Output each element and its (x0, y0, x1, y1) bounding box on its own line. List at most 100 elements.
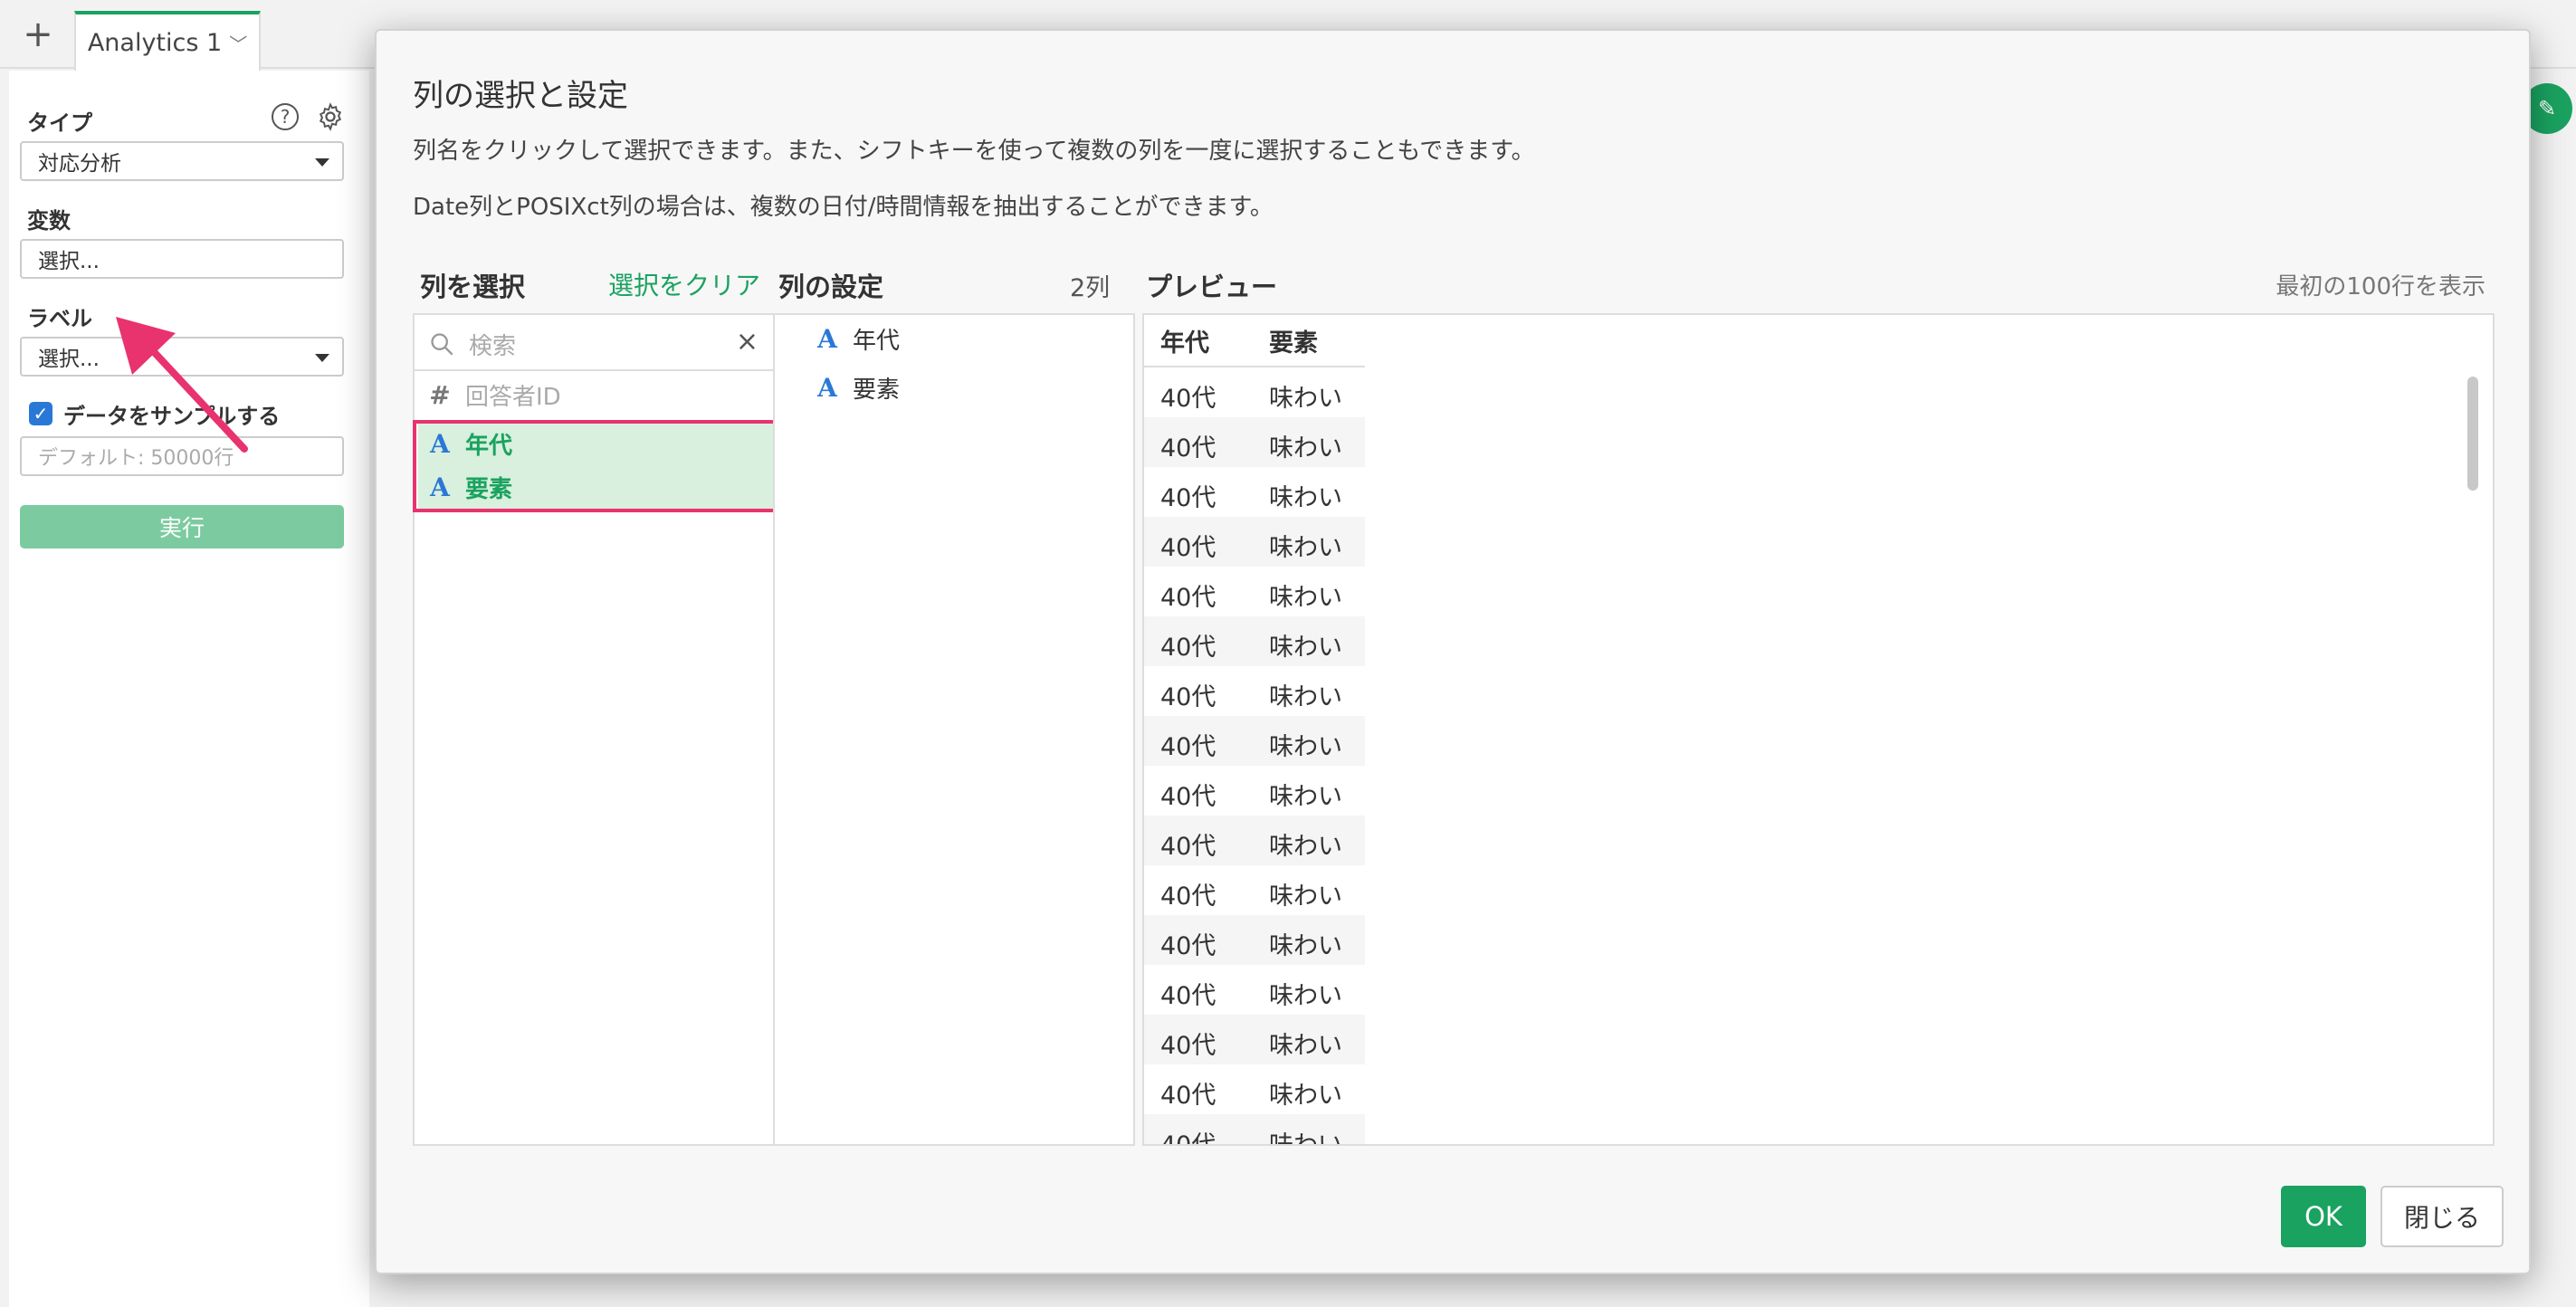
gear-icon[interactable] (315, 101, 346, 132)
preview-cell: 味わい (1269, 1032, 1342, 1060)
variable-label: 変数 (27, 208, 71, 234)
type-label: タイプ (27, 110, 92, 136)
preview-cell: 味わい (1269, 783, 1342, 811)
preview-cell: 40代 (1160, 982, 1216, 1010)
preview-cell: 味わい (1269, 1082, 1342, 1110)
dialog-description-2: Date列とPOSIXct列の場合は、複数の日付/時間情報を抽出することができま… (413, 194, 1274, 221)
column-count: 2列 (1070, 274, 1111, 302)
preview-cell: 味わい (1269, 484, 1342, 512)
type-select-value: 対応分析 (38, 152, 121, 176)
preview-cell: 味わい (1269, 534, 1342, 562)
tab-analytics-1[interactable]: Analytics 1 ﹀ (74, 11, 261, 71)
preview-cell: 味わい (1269, 584, 1342, 612)
preview-header: プレビュー (1146, 272, 1278, 302)
preview-row: 40代 味わい (1144, 965, 1365, 1015)
close-icon[interactable]: × (736, 326, 758, 358)
caret-down-icon (315, 158, 329, 167)
preview-row: 40代 味わい (1144, 567, 1365, 616)
annotation-arrow-icon (116, 317, 248, 453)
variable-select-value: 選択... (38, 250, 100, 273)
column-search[interactable]: 検索 × (415, 315, 773, 371)
preview-panel: 年代 要素 40代 味わい 40代 味わい 40代 味わい 40代 味わい 40代 味わい 40代味… (1142, 313, 2495, 1146)
caret-down-icon (315, 354, 329, 362)
preview-row: 40代 味わい (1144, 865, 1365, 915)
preview-row: 40代 味わい (1144, 816, 1365, 865)
dialog-description-1: 列名をクリックして選択できます。また、シフトキーを使って複数の列を一度に選択する… (413, 138, 1535, 165)
preview-row: 40代 味わい (1144, 616, 1365, 666)
label-label: ラベル (27, 306, 92, 331)
preview-cell: 40代 (1160, 484, 1216, 512)
preview-row: 40代 味わい (1144, 666, 1365, 716)
preview-cell: 40代 (1160, 634, 1216, 662)
preview-cell: 味わい (1269, 434, 1342, 463)
preview-row: 40代 味わい (1144, 417, 1365, 467)
preview-row: 40代 味わい (1144, 766, 1365, 816)
clear-selection-link[interactable]: 選択をクリア (608, 266, 760, 302)
tab-label: Analytics 1 (87, 28, 223, 57)
text-type-icon: A (817, 372, 837, 403)
preview-cell: 40代 (1160, 1131, 1216, 1146)
column-select-dialog: 列の選択と設定 列名をクリックして選択できます。また、シフトキーを使って複数の列… (375, 29, 2531, 1274)
settings-column-item[interactable]: A 年代 (775, 317, 1133, 360)
preview-row: 40代 味わい (1144, 915, 1365, 965)
preview-cell: 40代 (1160, 385, 1216, 413)
annotation-highlight-box (413, 420, 777, 512)
label-select-value: 選択... (38, 348, 100, 371)
sample-checkbox[interactable]: ✓ (29, 402, 52, 425)
preview-cell: 味わい (1269, 932, 1342, 960)
column-name: 年代 (853, 327, 901, 355)
preview-cell: 40代 (1160, 833, 1216, 861)
column-item[interactable]: # 回答者ID (415, 373, 773, 416)
ok-button[interactable]: OK (2281, 1186, 2366, 1247)
preview-cell: 味わい (1269, 634, 1342, 662)
preview-cell: 味わい (1269, 385, 1342, 413)
preview-cell: 40代 (1160, 932, 1216, 960)
preview-row: 40代 味わい (1144, 1114, 1365, 1146)
type-select[interactable]: 対応分析 (20, 141, 344, 181)
preview-cell: 40代 (1160, 783, 1216, 811)
column-settings-header: 列の設定 (778, 272, 884, 302)
preview-cell: 40代 (1160, 584, 1216, 612)
preview-note: 最初の100行を表示 (2275, 273, 2485, 301)
preview-cell: 40代 (1160, 534, 1216, 562)
preview-cell: 味わい (1269, 982, 1342, 1010)
column-list-panel: 検索 × # 回答者ID A 年代 A 要素 (413, 313, 777, 1146)
preview-row: 40代 味わい (1144, 716, 1365, 766)
preview-cell: 味わい (1269, 833, 1342, 861)
analytics-sidebar: タイプ ? 対応分析 変数 選択... ラベル 選択... ✓ データをサンプル… (9, 71, 369, 1307)
settings-column-item[interactable]: A 要素 (775, 366, 1133, 409)
help-icon[interactable]: ? (272, 103, 299, 130)
preview-row: 40代 味わい (1144, 467, 1365, 517)
preview-cell: 40代 (1160, 882, 1216, 911)
variable-select[interactable]: 選択... (20, 239, 344, 279)
preview-row: 40代 味わい (1144, 1015, 1365, 1064)
preview-cell: 40代 (1160, 683, 1216, 711)
text-type-icon: A (817, 323, 837, 354)
add-tab-button[interactable]: + (9, 0, 67, 69)
column-name: 要素 (853, 376, 901, 404)
preview-row: 40代 味わい (1144, 1064, 1365, 1114)
select-columns-header: 列を選択 (420, 272, 526, 302)
preview-cell: 40代 (1160, 1032, 1216, 1060)
preview-cell: 味わい (1269, 1131, 1342, 1146)
preview-column-header: 要素 (1269, 329, 1318, 358)
preview-column-header: 年代 (1160, 329, 1209, 358)
preview-cell: 40代 (1160, 733, 1216, 761)
scrollbar[interactable] (2467, 377, 2478, 491)
column-name: 回答者ID (465, 383, 561, 411)
preview-row: 40代 味わい (1144, 367, 1365, 417)
search-input[interactable]: 検索 (469, 328, 516, 361)
preview-cell: 味わい (1269, 882, 1342, 911)
preview-row: 40代 味わい (1144, 517, 1365, 567)
preview-cell: 味わい (1269, 683, 1342, 711)
column-settings-panel: A 年代 A 要素 (773, 313, 1135, 1146)
preview-cell: 40代 (1160, 434, 1216, 463)
search-icon (431, 333, 453, 356)
numeric-type-icon: # (429, 379, 451, 410)
preview-cell: 味わい (1269, 733, 1342, 761)
dialog-title: 列の選択と設定 (413, 78, 628, 114)
close-button[interactable]: 閉じる (2380, 1186, 2504, 1247)
preview-cell: 40代 (1160, 1082, 1216, 1110)
run-button[interactable]: 実行 (20, 505, 344, 549)
chevron-down-icon[interactable]: ﹀ (229, 30, 247, 56)
